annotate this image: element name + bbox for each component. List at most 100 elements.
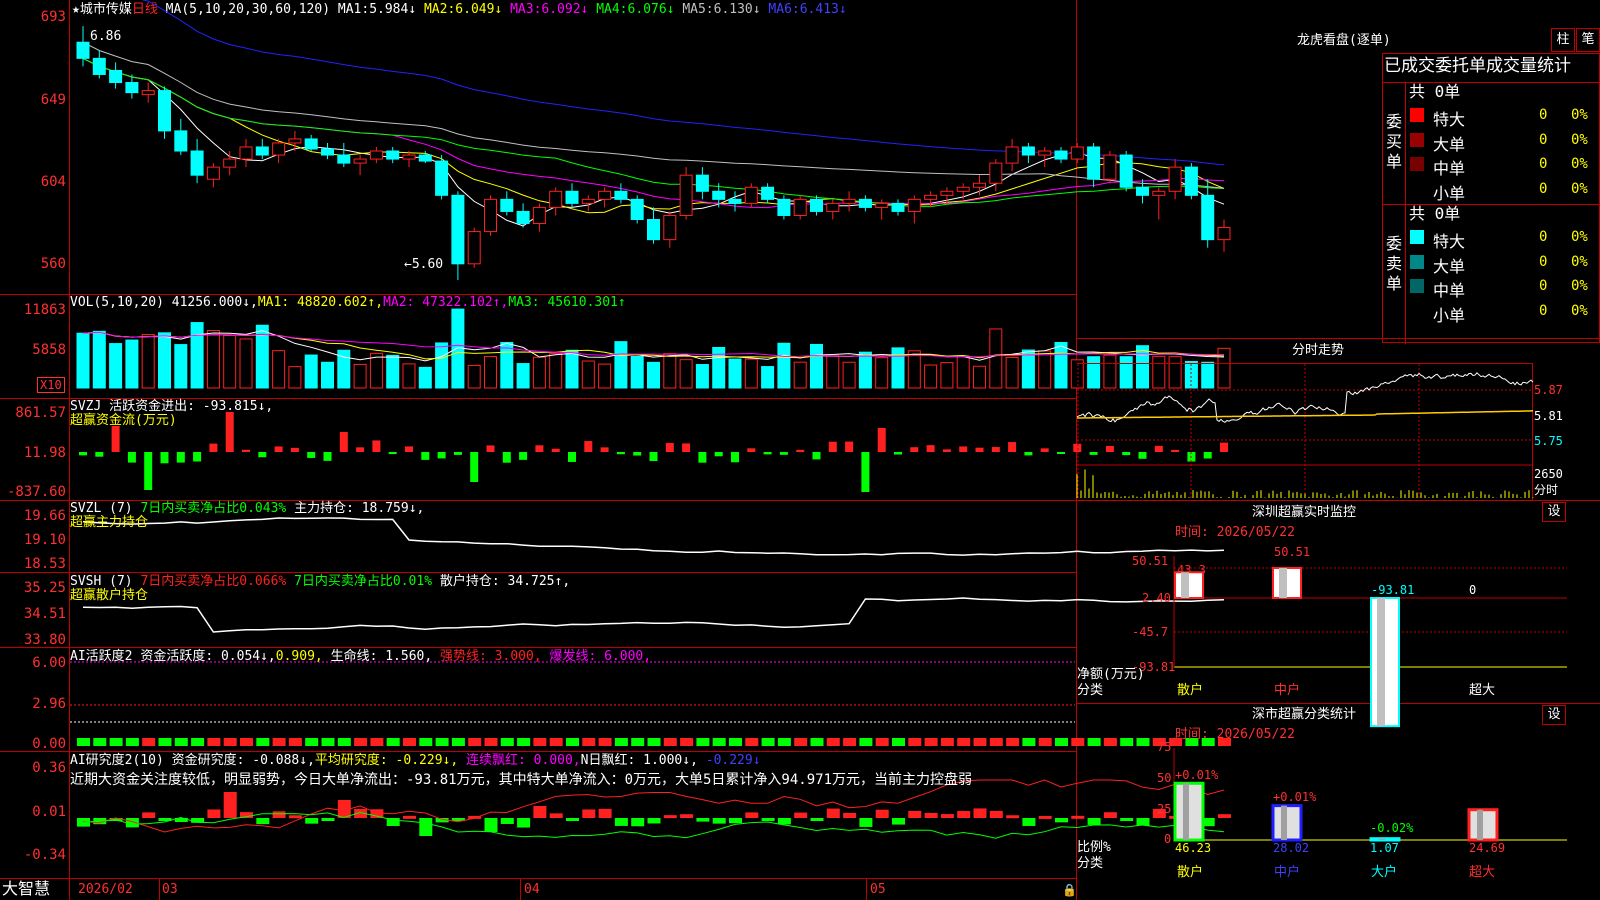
svsh-tick-low: 33.80 [23, 632, 66, 648]
x-label-may: 05 [870, 882, 886, 897]
volume-bar [1005, 356, 1019, 389]
volume-bar [418, 366, 432, 389]
activity-bar [940, 738, 954, 746]
svsh-tick-high: 35.25 [23, 580, 66, 596]
activity-bar [777, 738, 791, 746]
flow-bar [95, 452, 104, 457]
research-bar [843, 812, 857, 818]
flow-bar [731, 452, 739, 463]
kline-panel[interactable]: ★城市传媒日线 MA(5,10,20,30,60,120) MA1:5.984↓… [0, 0, 1231, 900]
volume-bar [500, 341, 514, 389]
research-bar [745, 812, 759, 818]
flow-bar [274, 446, 283, 452]
volume-bar [386, 354, 400, 389]
research-bar [321, 818, 335, 821]
flow-bar [290, 447, 299, 452]
activity-bar [158, 738, 172, 746]
ai1-tick-mid: 2.96 [32, 696, 66, 712]
flow-bar [600, 447, 609, 452]
research-bar [614, 818, 628, 826]
activity-bar [1038, 738, 1052, 746]
volume-bar [549, 353, 563, 389]
activity-bar [957, 738, 971, 746]
volume-bar [369, 352, 383, 389]
flow-bar [453, 452, 462, 455]
research-bar [761, 818, 775, 821]
volume-bar [826, 355, 840, 389]
volume-bar [109, 343, 123, 389]
flow-bar [633, 452, 642, 456]
brand-label: 大智慧 [2, 879, 51, 898]
flow-bar [470, 452, 479, 482]
flow-bar [845, 441, 854, 452]
flow-bar [698, 452, 707, 463]
research-bar [859, 818, 873, 827]
flow-bar [356, 447, 365, 452]
flow-bar [551, 448, 560, 452]
flow-bar [127, 452, 136, 463]
volume-bar [174, 344, 188, 389]
research-bar [696, 818, 710, 822]
flow-bar [942, 449, 951, 452]
activity-bar [142, 738, 156, 746]
activity-bar [908, 738, 922, 746]
research-bar [517, 818, 531, 828]
sz-bar-shade [1377, 598, 1385, 727]
flow-bar [894, 452, 902, 455]
flow-bar [682, 443, 691, 452]
activity-bar [451, 738, 465, 746]
ai2-title: AI研究度2(10) 资金研究度: -0.088↓,平均研究度: -0.229↓… [70, 753, 761, 768]
activity-bar [892, 738, 905, 746]
volume-bar [92, 330, 106, 389]
sc-bar-shade [1183, 783, 1189, 840]
volume-bar [206, 330, 220, 389]
volume-bar [940, 362, 954, 389]
sc-bar-shade [1477, 809, 1483, 840]
volume-bar [141, 334, 155, 389]
flow-bar [258, 452, 267, 458]
main-holding-line [82, 517, 1225, 556]
flow-bar [714, 452, 723, 457]
sz-bar-shade [1181, 572, 1189, 598]
x-label-mar: 03 [162, 882, 178, 897]
svsh-tick-mid: 34.51 [23, 606, 66, 622]
flow-bar [79, 452, 87, 456]
flow-bar [926, 445, 935, 452]
flow-bar [486, 445, 495, 452]
activity-bar [566, 738, 579, 746]
flow-bar [193, 452, 202, 462]
volume-bar [581, 360, 595, 389]
research-bar [533, 806, 547, 818]
activity-bar [305, 738, 319, 746]
flow-bar [372, 440, 381, 452]
volume-bar [532, 356, 546, 389]
flow-bar [519, 452, 528, 460]
flow-bar [861, 452, 870, 492]
lock-icon[interactable]: 🔒 [1062, 884, 1077, 896]
flow-bar [405, 446, 413, 452]
ai1-tick-low: 0.00 [32, 736, 66, 752]
flow-bar [796, 449, 805, 452]
ai2-tick-mid: 0.01 [32, 804, 66, 820]
activity-bar [729, 738, 742, 746]
volume-bar [76, 332, 90, 389]
volume-bar [891, 347, 905, 389]
activity-bar [77, 738, 90, 746]
research-bar [826, 808, 840, 818]
activity-bar [435, 738, 449, 746]
x-label-apr: 04 [524, 882, 540, 897]
volume-bar [712, 346, 726, 389]
volume-bar [190, 322, 204, 389]
research-bar [729, 818, 742, 824]
activity-bar [500, 738, 514, 746]
flow-bar [649, 452, 658, 462]
activity-bar [419, 738, 433, 746]
flow-bar [339, 432, 348, 452]
svzl-tick-low: 18.53 [23, 556, 66, 572]
research-bar [875, 809, 889, 818]
activity-bar [973, 738, 987, 746]
activity-bar [614, 738, 628, 746]
research-bar [1006, 815, 1020, 819]
research-bar [582, 809, 596, 818]
flow-bar [307, 452, 316, 458]
